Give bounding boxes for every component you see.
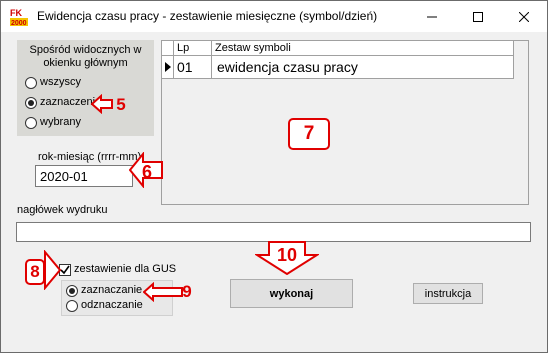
symbol-sets-grid[interactable]: Lp Zestaw symboli 01 ewidencja czasu pra…: [161, 40, 529, 205]
radio-zaznaczanie[interactable]: [66, 285, 78, 297]
gus-checkbox-label: zestawienie dla GUS: [74, 263, 177, 275]
radio-wybrany-label: wybrany: [40, 116, 81, 128]
checkmark-icon: [60, 265, 70, 275]
close-icon: [519, 11, 529, 22]
title-bar: FK 2000 Ewidencja czasu pracy - zestawie…: [1, 1, 547, 32]
radio-zaznaczeni-label: zaznaczeni: [40, 96, 96, 108]
annotation-10: 10: [276, 245, 298, 265]
arrow-right-icon: [44, 250, 61, 290]
execute-button[interactable]: wykonaj: [230, 279, 353, 308]
radio-odznaczanie[interactable]: [66, 300, 78, 312]
window-title: Ewidencja czasu pracy - zestawienie mies…: [37, 9, 378, 23]
minimize-icon: [427, 16, 437, 17]
maximize-icon: [473, 11, 483, 22]
annotation-9: 9: [182, 282, 192, 301]
grid-header: Lp Zestaw symboli: [162, 41, 514, 56]
radio-zaznaczanie-label: zaznaczanie: [81, 284, 143, 296]
current-row-indicator-icon: [162, 56, 174, 78]
period-input[interactable]: 2020-01: [35, 165, 133, 187]
svg-text:2000: 2000: [11, 20, 27, 27]
close-button[interactable]: [501, 1, 547, 32]
maximize-button[interactable]: [455, 1, 501, 32]
annotation-7: 7: [288, 118, 330, 150]
row-name: ewidencja czasu pracy: [212, 56, 514, 78]
annotation-6: 6: [141, 162, 152, 182]
column-lp: Lp: [174, 41, 212, 55]
period-value: 2020-01: [40, 169, 88, 184]
arrow-left-icon: [91, 94, 113, 114]
row-lp: 01: [174, 56, 212, 78]
column-zestaw: Zestaw symboli: [212, 41, 514, 55]
arrow-left-icon: [143, 282, 183, 302]
radio-wszyscy[interactable]: [25, 77, 37, 89]
table-row[interactable]: 01 ewidencja czasu pracy: [162, 56, 514, 79]
period-label: rok-miesiąc (rrrr-mm): [38, 151, 142, 163]
radio-wybrany[interactable]: [25, 117, 37, 129]
employees-panel: Spośród widocznych w okienku głównym wsz…: [17, 40, 154, 136]
instructions-button[interactable]: instrukcja: [413, 283, 483, 304]
main-window: FK 2000 Ewidencja czasu pracy - zestawie…: [0, 0, 548, 353]
print-header-label: nagłówek wydruku: [17, 204, 108, 216]
radio-odznaczanie-label: odznaczanie: [81, 299, 143, 311]
svg-text:FK: FK: [10, 8, 22, 18]
employees-panel-title: Spośród widocznych w okienku głównym: [29, 44, 142, 69]
radio-zaznaczeni[interactable]: [25, 97, 37, 109]
radio-wszyscy-label: wszyscy: [40, 76, 81, 88]
annotation-5: 5: [116, 95, 126, 114]
minimize-button[interactable]: [409, 1, 455, 32]
fk-app-icon: FK 2000: [9, 7, 29, 27]
print-header-input[interactable]: [16, 222, 531, 242]
